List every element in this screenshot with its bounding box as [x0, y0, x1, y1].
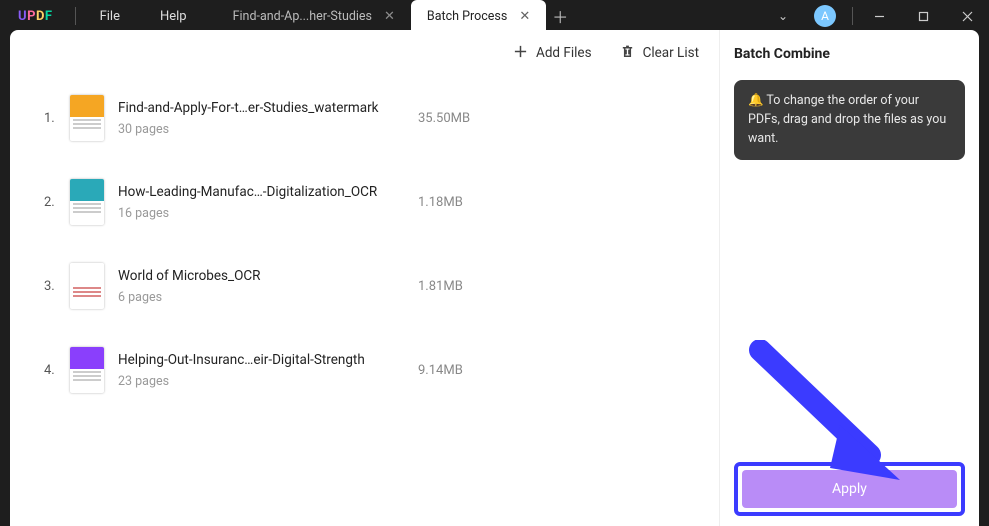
file-thumbnail	[70, 95, 104, 141]
app-logo: UPDF	[0, 9, 71, 24]
close-icon[interactable]: ✕	[384, 9, 395, 24]
file-list: 1. Find-and-Apply-For-t…er-Studies_waterm…	[10, 76, 719, 526]
tab-strip: Find-and-Ap...her-Studies ✕ Batch Proces…	[217, 0, 575, 32]
divider	[852, 7, 853, 25]
trash-icon	[620, 44, 635, 63]
file-meta: How-Leading-Manufac…-Digitalization_OCR 1…	[118, 184, 418, 221]
file-pages: 6 pages	[118, 290, 418, 305]
titlebar: UPDF File Help Find-and-Ap...her-Studies…	[0, 0, 989, 32]
tab-inactive[interactable]: Find-and-Ap...her-Studies ✕	[217, 0, 411, 32]
apply-highlight: Apply	[734, 462, 965, 516]
file-size: 35.50MB	[418, 111, 470, 126]
file-thumbnail	[70, 263, 104, 309]
tab-label: Find-and-Ap...her-Studies	[233, 9, 372, 24]
avatar[interactable]: A	[814, 5, 836, 27]
menu-help[interactable]: Help	[140, 0, 207, 32]
file-meta: World of Microbes_OCR 6 pages	[118, 268, 418, 305]
file-size: 1.81MB	[418, 279, 463, 294]
close-icon[interactable]: ✕	[519, 9, 530, 24]
file-meta: Find-and-Apply-For-t…er-Studies_watermar…	[118, 100, 418, 137]
row-number: 1.	[44, 111, 64, 126]
file-pages: 30 pages	[118, 122, 418, 137]
file-name: How-Leading-Manufac…-Digitalization_OCR	[118, 184, 418, 200]
clear-list-label: Clear List	[643, 45, 699, 61]
maximize-button[interactable]	[901, 0, 945, 32]
file-name: Find-and-Apply-For-t…er-Studies_watermar…	[118, 100, 418, 116]
file-thumbnail	[70, 179, 104, 225]
plus-icon	[513, 44, 528, 63]
file-pages: 23 pages	[118, 374, 418, 389]
side-panel: Batch Combine 🔔 To change the order of y…	[719, 30, 979, 526]
tab-label: Batch Process	[427, 9, 507, 24]
row-number: 4.	[44, 363, 64, 378]
file-name: World of Microbes_OCR	[118, 268, 418, 284]
minimize-button[interactable]	[857, 0, 901, 32]
close-button[interactable]	[945, 0, 989, 32]
new-tab-button[interactable]: ＋	[546, 4, 574, 28]
file-size: 9.14MB	[418, 363, 463, 378]
file-meta: Helping-Out-Insuranc…eir-Digital-Strengt…	[118, 352, 418, 389]
clear-list-button[interactable]: Clear List	[620, 44, 699, 63]
add-files-button[interactable]: Add Files	[513, 44, 592, 63]
tab-active[interactable]: Batch Process ✕	[411, 0, 546, 32]
file-size: 1.18MB	[418, 195, 463, 210]
content: Add Files Clear List 1. Find-and-Apply-Fo…	[10, 30, 979, 526]
menu-file[interactable]: File	[80, 0, 140, 32]
chevron-down-icon[interactable]: ⌄	[764, 9, 802, 23]
apply-button[interactable]: Apply	[742, 470, 957, 508]
add-files-label: Add Files	[536, 45, 592, 61]
file-row[interactable]: 1. Find-and-Apply-For-t…er-Studies_waterm…	[44, 76, 705, 160]
row-number: 3.	[44, 279, 64, 294]
divider	[75, 7, 76, 25]
row-number: 2.	[44, 195, 64, 210]
side-title: Batch Combine	[734, 46, 965, 62]
file-row[interactable]: 3. World of Microbes_OCR 6 pages1.81MB	[44, 244, 705, 328]
window-controls: ⌄ A	[764, 0, 989, 32]
file-name: Helping-Out-Insuranc…eir-Digital-Strengt…	[118, 352, 418, 368]
main-panel: Add Files Clear List 1. Find-and-Apply-Fo…	[10, 30, 719, 526]
file-row[interactable]: 2. How-Leading-Manufac…-Digitalization_OC…	[44, 160, 705, 244]
toolbar: Add Files Clear List	[10, 30, 719, 76]
file-thumbnail	[70, 347, 104, 393]
file-pages: 16 pages	[118, 206, 418, 221]
hint-box: 🔔 To change the order of your PDFs, drag…	[734, 80, 965, 160]
file-row[interactable]: 4. Helping-Out-Insuranc…eir-Digital-Stren…	[44, 328, 705, 412]
